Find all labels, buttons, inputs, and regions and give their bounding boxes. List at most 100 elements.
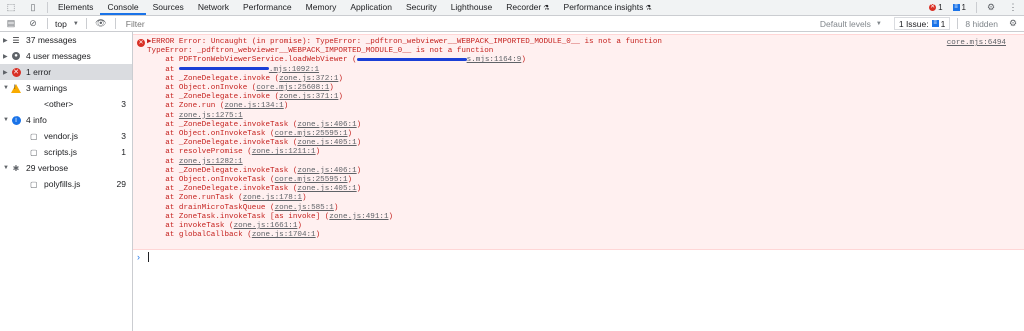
divider xyxy=(114,18,116,29)
stack-link[interactable]: zone.js:405:1 xyxy=(297,185,356,193)
issue-count-badge[interactable]: ≡ 1 xyxy=(950,2,969,14)
sidebar-item-label: 37 messages xyxy=(26,35,77,45)
sidebar-item-messages[interactable]: ▶ ☰ 37 messages xyxy=(0,32,132,48)
error-source-link[interactable]: core.mjs:6494 xyxy=(947,39,1006,47)
stack-link[interactable]: zone.js:178:1 xyxy=(243,194,302,202)
stack-close: ) xyxy=(333,203,339,212)
divider xyxy=(957,18,959,29)
stack-frame: at _ZoneDelegate.invokeTask ( xyxy=(147,185,298,194)
stack-frame: at Object.onInvokeTask ( xyxy=(147,130,275,138)
sidebar-item-user-messages[interactable]: ▶ ● 4 user messages xyxy=(0,48,132,64)
stack-link[interactable]: core.mjs:25595:1 xyxy=(275,130,348,138)
clear-console-icon[interactable]: ⊘ xyxy=(22,16,44,31)
sidebar-item-scripts-js[interactable]: ▢ scripts.js 1 xyxy=(0,144,132,160)
inspect-element-icon[interactable]: ⬚ xyxy=(0,0,22,15)
console-settings-gear-icon[interactable]: ⚙ xyxy=(1002,16,1024,31)
issues-label: 1 Issue: xyxy=(898,18,929,29)
tab-network[interactable]: Network xyxy=(191,0,236,15)
stack-link[interactable]: zone.js:491:1 xyxy=(329,213,388,221)
stack-frame: at _ZoneDelegate.invoke ( xyxy=(147,74,280,83)
stack-link[interactable]: zone.js:372:1 xyxy=(279,75,338,83)
file-icon: ▢ xyxy=(30,131,38,141)
tab-performance[interactable]: Performance xyxy=(236,0,299,15)
stack-link[interactable]: zone.js:1282:1 xyxy=(179,158,243,166)
redaction-scribble xyxy=(178,67,269,71)
sidebar-toggle-icon[interactable]: ▤ xyxy=(0,16,22,31)
stack-frame: at Object.onInvoke ( xyxy=(147,84,257,92)
stack-link[interactable]: zone.js:134:1 xyxy=(224,102,283,110)
stack-link[interactable]: zone.js:405:1 xyxy=(297,139,356,147)
live-expression-eye-icon[interactable]: 👁 xyxy=(90,16,112,31)
stack-frame: at invokeTask ( xyxy=(147,222,234,230)
log-levels-dropdown[interactable]: Default levels ▼ xyxy=(812,19,890,29)
console-input-caret[interactable] xyxy=(148,252,149,262)
verbose-bug-icon: ✱ xyxy=(12,163,20,173)
stack-line-19: at ZoneTask.invokeTask [as invoke] (zone… xyxy=(147,213,393,222)
stack-line-16: at _ZoneDelegate.invokeTask (zone.js:405… xyxy=(147,185,361,194)
stack-link[interactable]: zone.js:406:1 xyxy=(297,167,356,175)
stack-close: ) xyxy=(521,56,526,65)
console-prompt-chevron-icon: › xyxy=(137,252,140,262)
stack-link[interactable]: .mjs:1092:1 xyxy=(269,66,319,74)
stack-frame: at PDFTronWebViewerService.loadWebViewer… xyxy=(147,56,357,65)
stack-line-21: at globalCallback (zone.js:1704:1) xyxy=(147,231,320,240)
error-message[interactable]: ✕ core.mjs:6494 ▶ERROR Error: Uncaught (… xyxy=(133,34,1024,250)
stack-link[interactable]: zone.js:1661:1 xyxy=(234,222,298,230)
stack-close: ) xyxy=(356,139,362,148)
stack-close: ) xyxy=(329,84,334,92)
stack-link[interactable]: s.mjs:1164:9 xyxy=(467,56,522,64)
tab-application[interactable]: Application xyxy=(343,0,399,15)
sidebar-item-label: 1 error xyxy=(26,67,52,77)
stack-frame: at _ZoneDelegate.invokeTask ( xyxy=(147,139,298,148)
tab-elements[interactable]: Elements xyxy=(51,0,100,15)
stack-link[interactable]: zone.js:371:1 xyxy=(279,93,338,101)
stack-link[interactable]: zone.js:406:1 xyxy=(297,121,356,129)
stack-link[interactable]: zone.js:585:1 xyxy=(275,204,334,212)
stack-close: ) xyxy=(347,130,353,138)
stack-frame: at _ZoneDelegate.invoke ( xyxy=(147,93,280,102)
sidebar-item-count: 1 xyxy=(121,147,126,157)
sidebar-item-other[interactable]: <other> 3 xyxy=(0,96,132,112)
sidebar-item-label: polyfills.js xyxy=(44,179,81,189)
tab-memory[interactable]: Memory xyxy=(299,0,344,15)
tab-performance-insights[interactable]: Performance insights ⚗ xyxy=(557,0,659,15)
stack-frame: at xyxy=(147,65,179,74)
stack-line-20: at invokeTask (zone.js:1661:1) xyxy=(147,222,302,231)
sidebar-item-warnings[interactable]: ▼ ! 3 warnings xyxy=(0,80,132,96)
stack-line-0[interactable]: ▶ERROR Error: Uncaught (in promise): Typ… xyxy=(147,38,662,47)
sidebar-item-label: 3 warnings xyxy=(26,83,68,93)
stack-frame: at resolvePromise ( xyxy=(147,148,252,157)
sidebar-item-label: 4 info xyxy=(26,115,47,125)
list-icon: ☰ xyxy=(12,35,20,45)
stack-link[interactable]: core.mjs:25608:1 xyxy=(256,84,329,92)
tab-console[interactable]: Console xyxy=(100,0,146,15)
stack-link[interactable]: zone.js:1275:1 xyxy=(179,112,243,120)
tab-recorder[interactable]: Recorder ⚗ xyxy=(499,0,556,15)
tab-sources[interactable]: Sources xyxy=(146,0,191,15)
sidebar-item-polyfills-js[interactable]: ▢ polyfills.js 29 xyxy=(0,176,132,192)
console-sidebar: ▶ ☰ 37 messages ▶ ● 4 user messages ▶ ✕ … xyxy=(0,32,133,331)
tab-security[interactable]: Security xyxy=(399,0,444,15)
sidebar-item-verbose[interactable]: ▼ ✱ 29 verbose xyxy=(0,160,132,176)
stack-link[interactable]: zone.js:1704:1 xyxy=(252,231,316,239)
sidebar-item-vendor-js[interactable]: ▢ vendor.js 3 xyxy=(0,128,132,144)
stack-line-9: at _ZoneDelegate.invokeTask (zone.js:406… xyxy=(147,121,361,130)
filter-input[interactable] xyxy=(122,17,808,30)
device-toolbar-icon[interactable]: ▯ xyxy=(22,0,44,15)
context-select[interactable]: top ▼ xyxy=(51,19,83,29)
sidebar-item-info[interactable]: ▼ i 4 info xyxy=(0,112,132,128)
error-icon: ✕ xyxy=(11,67,21,77)
sidebar-item-count: 3 xyxy=(121,131,126,141)
tab-lighthouse[interactable]: Lighthouse xyxy=(444,0,500,15)
issues-count: 1 xyxy=(940,18,946,29)
more-options-icon[interactable]: ⋮ xyxy=(1002,0,1024,15)
stack-link[interactable]: zone.js:1211:1 xyxy=(252,148,316,156)
stack-close: ) xyxy=(297,222,302,230)
sidebar-item-label: vendor.js xyxy=(44,131,79,141)
stack-line-11: at _ZoneDelegate.invokeTask (zone.js:405… xyxy=(147,139,361,148)
settings-gear-icon[interactable]: ⚙ xyxy=(980,0,1002,15)
issues-button[interactable]: 1 Issue: ≡ 1 xyxy=(893,17,951,30)
sidebar-item-errors[interactable]: ▶ ✕ 1 error xyxy=(0,64,132,80)
error-count-badge[interactable]: ✕ 1 xyxy=(926,2,945,14)
stack-link[interactable]: core.mjs:25595:1 xyxy=(275,176,348,184)
